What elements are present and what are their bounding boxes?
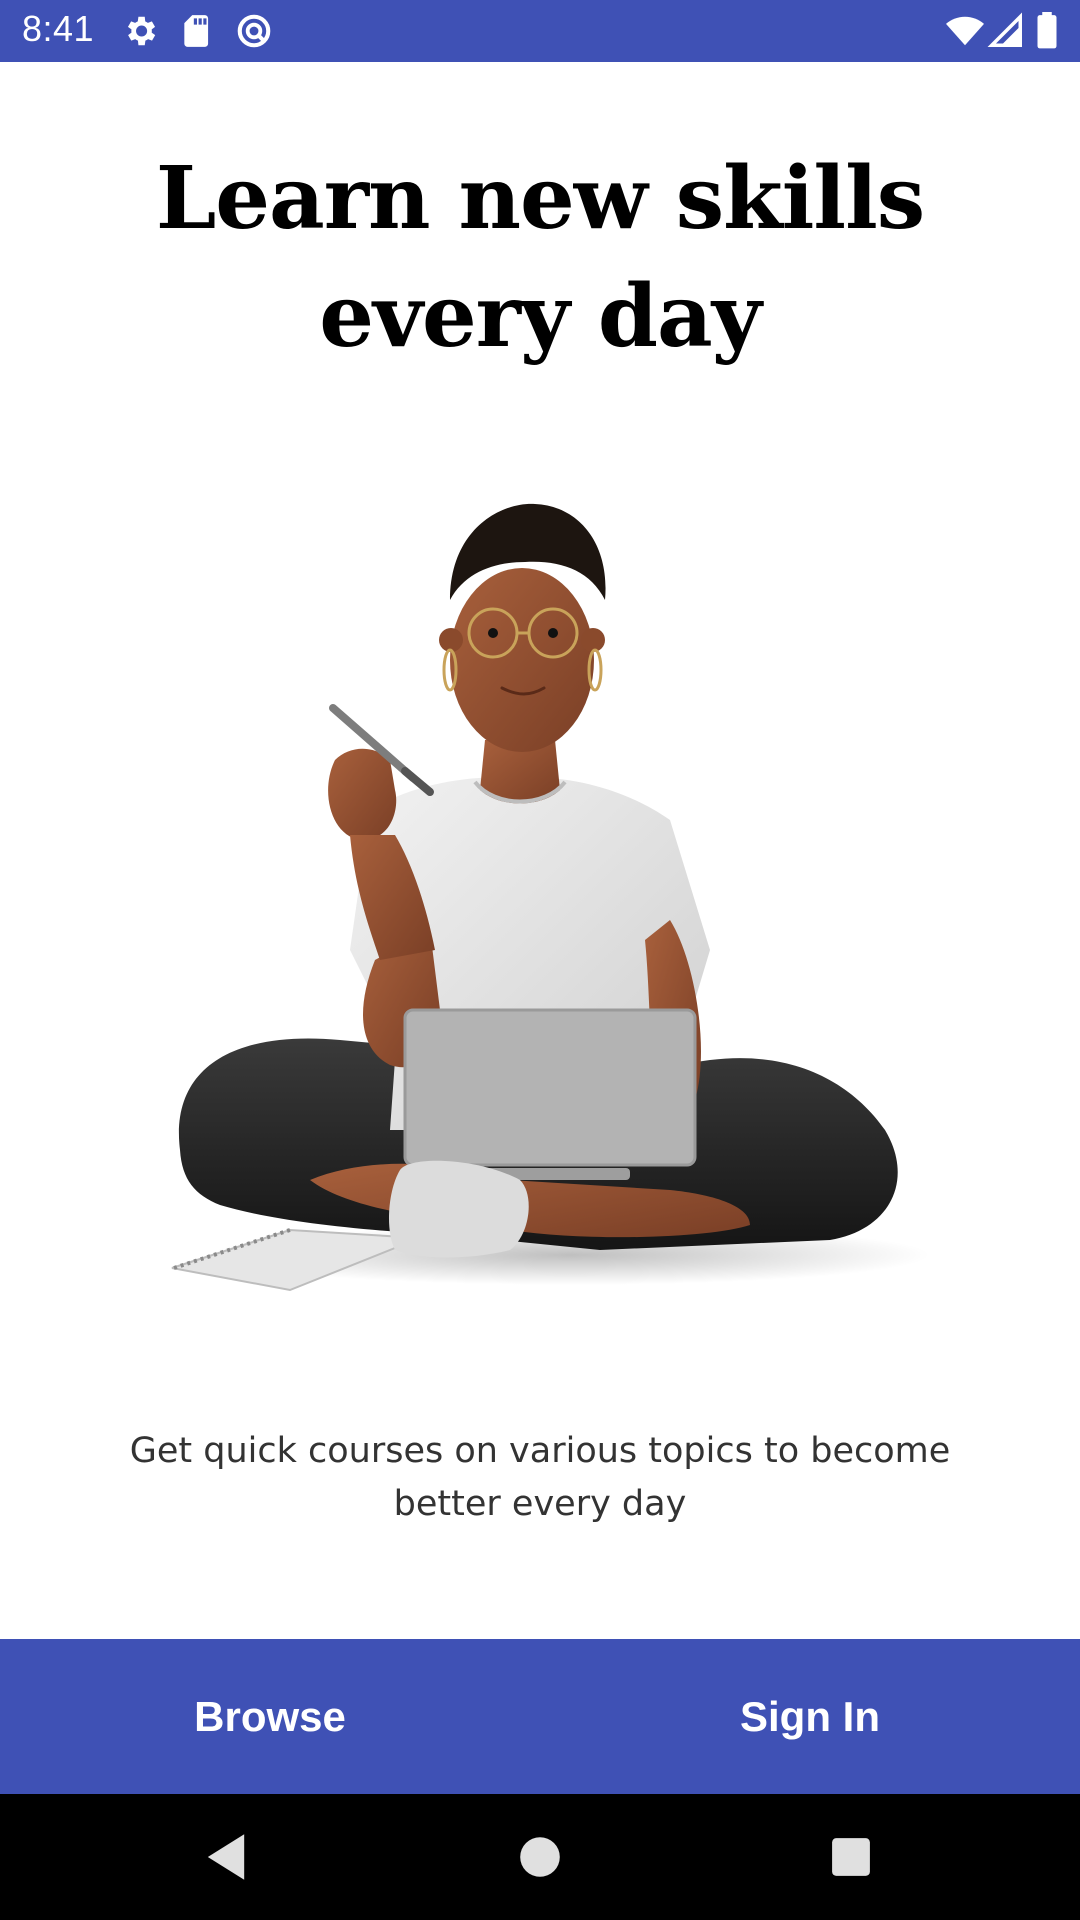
subtitle: Get quick courses on various topics to b… [129,1431,951,1524]
status-bar: 8:41 [0,0,1080,62]
sign-in-button[interactable]: Sign In [540,1639,1080,1794]
system-nav-bar [0,1794,1080,1920]
recents-icon[interactable] [830,1836,872,1878]
battery-icon [1037,12,1057,49]
headline: Learn new skills every day [60,140,1020,376]
back-icon[interactable] [203,1832,249,1882]
student-illustration [171,503,930,1292]
headline-line-2: every day [319,266,761,367]
status-time: 8:41 [22,8,95,49]
sd-card-icon [184,15,209,47]
wifi-icon [946,16,984,46]
headline-line-1: Learn new skills [155,148,925,249]
laptop [403,1008,697,1180]
gear-icon [127,16,156,46]
bottom-action-bar: Browse Sign In [0,1639,1080,1794]
signal-icon [987,12,1022,47]
browse-button[interactable]: Browse [0,1639,540,1794]
home-icon[interactable] [518,1835,562,1879]
sync-icon [237,14,271,48]
